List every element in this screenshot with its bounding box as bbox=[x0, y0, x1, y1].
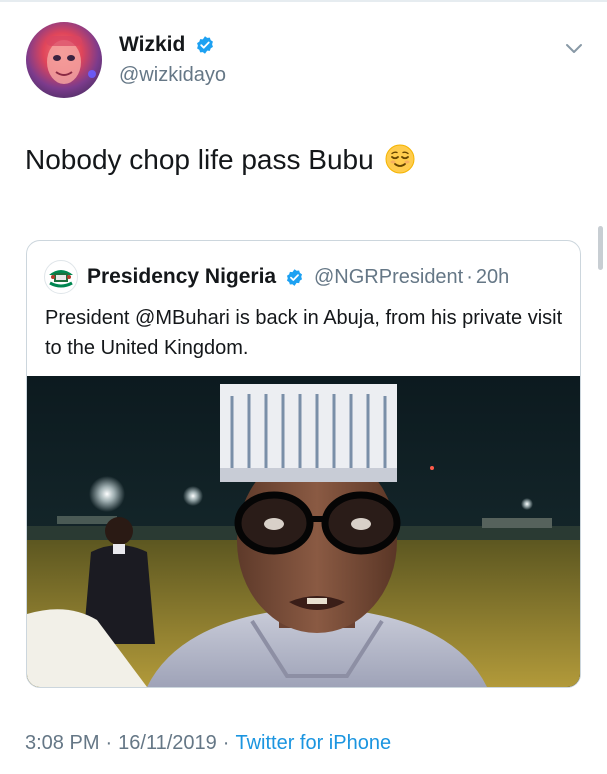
tweet-page: Wizkid @wizkidayo Nobody chop life pass … bbox=[0, 0, 607, 774]
quoted-tweet-card[interactable]: Presidency Nigeria @NGRPresident · 20h Pre… bbox=[26, 240, 581, 688]
relieved-face-icon bbox=[385, 144, 415, 174]
meta-separator: · bbox=[222, 732, 230, 754]
scrollbar-thumb[interactable] bbox=[598, 226, 603, 270]
quoted-author-row[interactable]: Presidency Nigeria @NGRPresident · 20h bbox=[87, 264, 509, 290]
author-avatar[interactable] bbox=[26, 22, 102, 98]
author-name-row[interactable]: Wizkid bbox=[119, 32, 215, 58]
tweet-text-content: Nobody chop life pass Bubu bbox=[25, 144, 374, 175]
verified-badge-icon bbox=[286, 268, 302, 286]
quoted-author-name[interactable]: Presidency Nigeria bbox=[87, 264, 276, 290]
chevron-down-icon[interactable] bbox=[563, 37, 585, 59]
quoted-separator: · bbox=[466, 266, 473, 288]
quoted-author-avatar[interactable] bbox=[44, 260, 78, 294]
tweet-date[interactable]: 16/11/2019 bbox=[118, 732, 217, 754]
photo-image bbox=[27, 376, 580, 687]
quoted-tweet-text: President @MBuhari is back in Abuja, fro… bbox=[45, 307, 563, 359]
avatar-image bbox=[46, 36, 96, 84]
quoted-tweet-photo[interactable] bbox=[27, 376, 580, 687]
tweet-time[interactable]: 3:08 PM bbox=[25, 732, 99, 754]
tweet-meta: 3:08 PM · 16/11/2019 · Twitter for iPhone bbox=[25, 730, 391, 756]
author-handle[interactable]: @wizkidayo bbox=[119, 62, 226, 88]
meta-separator: · bbox=[105, 732, 113, 754]
tweet-source-link[interactable]: Twitter for iPhone bbox=[235, 732, 391, 754]
quoted-author-handle[interactable]: @NGRPresident bbox=[314, 264, 463, 290]
tweet-text: Nobody chop life pass Bubu bbox=[25, 142, 415, 178]
verified-badge-icon bbox=[196, 36, 213, 54]
coat-of-arms-icon bbox=[46, 262, 76, 292]
quoted-tweet-age[interactable]: 20h bbox=[476, 264, 509, 290]
author-name[interactable]: Wizkid bbox=[119, 32, 185, 58]
top-divider bbox=[0, 0, 607, 2]
